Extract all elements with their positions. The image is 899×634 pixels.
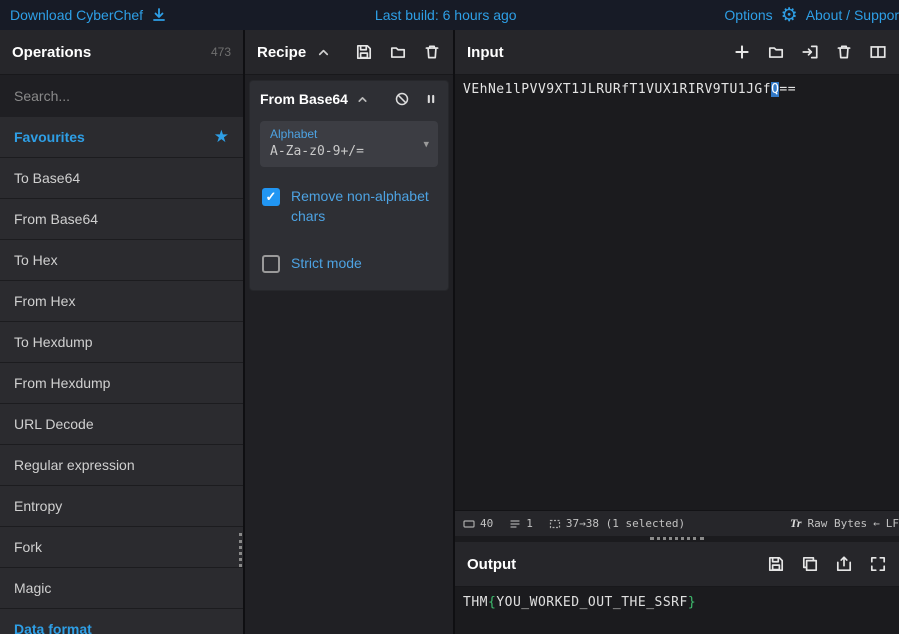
strict-mode-checkbox[interactable]: Strict mode: [262, 254, 436, 274]
recipe-operation-from-base64[interactable]: From Base64 Alphabet A-Za-z0-9+/= ▾ ✓ Re…: [249, 80, 449, 291]
replace-input-popout-icon[interactable]: [835, 555, 853, 573]
input-title: Input: [467, 43, 504, 61]
add-input-tab-plus-icon[interactable]: [733, 43, 751, 61]
operations-header: Operations 473: [0, 30, 243, 75]
output-brace-close: }: [687, 595, 697, 610]
char-count-value: 40: [480, 517, 494, 530]
operation-item[interactable]: URL Decode: [0, 404, 243, 445]
remove-non-alphabet-checkbox[interactable]: ✓ Remove non-alphabet chars: [262, 187, 436, 226]
open-folder-icon[interactable]: [767, 43, 785, 61]
star-icon[interactable]: ★: [214, 127, 229, 147]
main-layout: Operations 473 Favourites ★ To Base64 Fr…: [0, 30, 899, 634]
breakpoint-pause-icon[interactable]: [424, 91, 438, 107]
open-input-import-icon[interactable]: [801, 43, 819, 61]
gear-icon[interactable]: ⚙: [781, 6, 798, 25]
checkbox-label: Remove non-alphabet chars: [291, 188, 429, 224]
operations-count: 473: [210, 45, 231, 59]
favourites-header[interactable]: Favourites ★: [0, 117, 243, 158]
operation-item[interactable]: From Base64: [0, 199, 243, 240]
output-text: YOU_WORKED_OUT_THE_SSRF: [496, 595, 688, 610]
checkbox-label: Strict mode: [291, 255, 362, 272]
operation-item[interactable]: To Base64: [0, 158, 243, 199]
category-data-format[interactable]: Data format: [0, 609, 243, 634]
topbar-left: Download CyberChef: [10, 7, 167, 23]
check-icon: ✓: [265, 189, 277, 204]
char-count-group: 40: [463, 517, 493, 530]
operations-title: Operations: [12, 43, 92, 61]
last-build-label: Last build: 6 hours ago: [374, 7, 517, 23]
save-output-icon[interactable]: [767, 555, 785, 573]
output-text: THM: [463, 595, 488, 610]
copy-output-icon[interactable]: [801, 555, 819, 573]
collapse-args-chevron-icon[interactable]: [356, 93, 369, 106]
line-count-value: 1: [526, 517, 533, 530]
operation-item[interactable]: To Hexdump: [0, 322, 243, 363]
alphabet-label: Alphabet: [270, 127, 318, 141]
operation-name: From Base64: [260, 91, 348, 107]
topbar-right: Options ⚙ About / Support: [724, 6, 899, 25]
cursor-selection-icon: [549, 518, 561, 530]
split-dots-icon[interactable]: [650, 537, 704, 540]
alphabet-value: A-Za-z0-9+/=: [270, 144, 364, 159]
operation-item[interactable]: Fork: [0, 527, 243, 568]
download-icon[interactable]: [151, 7, 167, 23]
selection-group: 37→38 (1 selected): [549, 517, 685, 530]
operations-panel: Operations 473 Favourites ★ To Base64 Fr…: [0, 30, 245, 634]
recipe-header: Recipe: [245, 30, 453, 75]
input-header: Input: [455, 30, 899, 75]
checkbox-checked-icon[interactable]: ✓: [262, 188, 280, 206]
chevron-up-icon[interactable]: [316, 45, 331, 60]
operation-item[interactable]: Magic: [0, 568, 243, 609]
options-link[interactable]: Options: [724, 7, 772, 23]
operation-item[interactable]: From Hexdump: [0, 363, 243, 404]
operation-item[interactable]: Regular expression: [0, 445, 243, 486]
character-encoding-icon[interactable]: Tr: [790, 516, 802, 531]
cyberchef-app: Download CyberChef Last build: 6 hours a…: [0, 0, 899, 634]
status-right-group: Tr Raw Bytes ← LF: [790, 516, 899, 531]
eol-arrow-icon[interactable]: ←: [873, 517, 880, 530]
save-recipe-icon[interactable]: [355, 43, 373, 61]
caret-down-icon: ▾: [423, 138, 429, 151]
char-count-icon: [463, 518, 475, 530]
clear-recipe-trash-icon[interactable]: [423, 43, 441, 61]
recipe-title: Recipe: [257, 43, 307, 61]
maximise-output-expand-icon[interactable]: [869, 555, 887, 573]
column-resize-handle[interactable]: [239, 533, 243, 567]
search-input[interactable]: [0, 75, 243, 117]
split-view-icon[interactable]: [869, 43, 887, 61]
recipe-panel: Recipe From Base64 Alphabet A-Za-z0-9+/=…: [245, 30, 455, 634]
line-count-icon: [509, 518, 521, 530]
favourites-label: Favourites: [14, 129, 85, 145]
io-split-handle[interactable]: [455, 536, 899, 542]
selection-value: 37→38 (1 selected): [565, 517, 686, 530]
output-textarea[interactable]: THM{YOU_WORKED_OUT_THE_SSRF}: [455, 587, 899, 634]
operation-item[interactable]: To Hex: [0, 240, 243, 281]
io-panel: Input VEhNe1lPVV9XT1JLRURfT1VUX1RIRV9TU1…: [455, 30, 899, 634]
checkbox-unchecked-icon[interactable]: [262, 255, 280, 274]
eol-selector[interactable]: LF: [886, 517, 899, 530]
disable-operation-icon[interactable]: [394, 91, 410, 107]
output-header: Output: [455, 542, 899, 587]
operation-title-row[interactable]: From Base64: [250, 81, 448, 111]
input-status-bar: 40 1 37→38 (1 selected) Tr Raw Bytes ← L…: [455, 510, 899, 536]
operation-item[interactable]: Entropy: [0, 486, 243, 527]
topbar: Download CyberChef Last build: 6 hours a…: [0, 0, 899, 30]
operation-item[interactable]: From Hex: [0, 281, 243, 322]
download-link[interactable]: Download CyberChef: [10, 7, 143, 23]
input-text: ==: [779, 82, 797, 97]
about-link[interactable]: About / Support: [806, 7, 899, 23]
encoding-selector[interactable]: Raw Bytes: [808, 517, 868, 530]
clear-input-trash-icon[interactable]: [835, 43, 853, 61]
input-textarea[interactable]: VEhNe1lPVV9XT1JLRURfT1VUX1RIRV9TU1JGfQ==: [455, 75, 899, 510]
alphabet-select[interactable]: Alphabet A-Za-z0-9+/= ▾: [260, 121, 438, 167]
line-count-group: 1: [509, 517, 533, 530]
input-text: VEhNe1lPVV9XT1JLRURfT1VUX1RIRV9TU1JGf: [463, 82, 772, 97]
load-recipe-folder-icon[interactable]: [389, 43, 407, 61]
output-title: Output: [467, 555, 517, 573]
